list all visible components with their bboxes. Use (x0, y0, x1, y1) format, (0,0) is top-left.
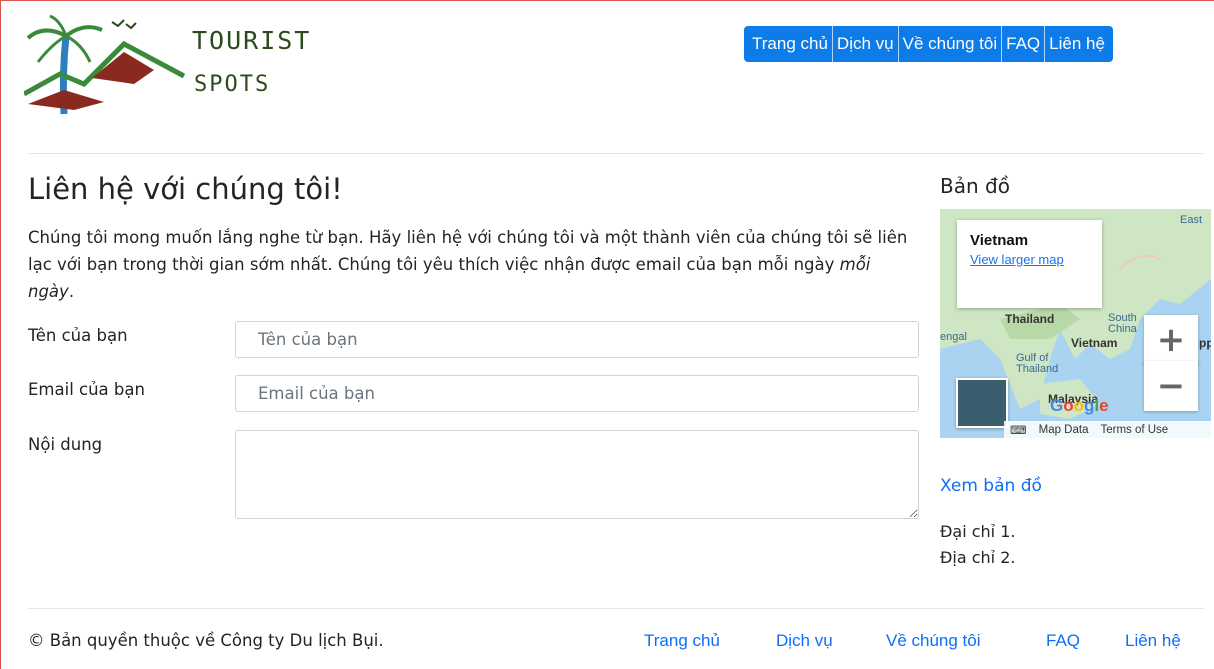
map-place-name: Vietnam (970, 232, 1029, 249)
address-line-1: Đại chỉ 1. (940, 522, 1016, 541)
map-label-bengal: engal (940, 331, 967, 343)
terms-of-use-link[interactable]: Terms of Use (1094, 424, 1174, 436)
nav-home[interactable]: Trang chủ (748, 26, 833, 62)
view-map-link[interactable]: Xem bản đồ (940, 476, 1042, 496)
intro-end: . (68, 282, 75, 301)
footer-link-services[interactable]: Dịch vụ (776, 631, 833, 651)
embedded-map[interactable]: Thailand Vietnam Gulf of Thailand South … (940, 209, 1211, 438)
email-input[interactable] (235, 375, 919, 412)
zoom-out-button[interactable]: − (1144, 361, 1198, 411)
nav-services[interactable]: Dịch vụ (833, 26, 899, 62)
map-data-link[interactable]: Map Data (1033, 424, 1095, 436)
header-divider (28, 153, 1204, 154)
view-larger-map-link[interactable]: View larger map (970, 252, 1089, 267)
nav-faq[interactable]: FAQ (1002, 26, 1046, 62)
map-label-vietnam: Vietnam (1071, 336, 1118, 350)
footer-link-home[interactable]: Trang chủ (644, 631, 720, 651)
name-input[interactable] (235, 321, 919, 358)
address-line-2: Địa chỉ 2. (940, 548, 1016, 567)
palm-mountain-logo-icon (22, 14, 186, 115)
footer-link-faq[interactable]: FAQ (1046, 631, 1080, 651)
page-title: Liên hệ với chúng tôi! (28, 172, 343, 206)
map-heading: Bản đồ (940, 174, 1010, 198)
map-label-east: East (1180, 214, 1203, 226)
keyboard-icon[interactable]: ⌨ (1004, 423, 1033, 437)
footer-link-about[interactable]: Về chúng tôi (886, 631, 981, 651)
nav-about[interactable]: Về chúng tôi (899, 26, 1003, 62)
email-label: Email của bạn (28, 380, 145, 399)
footer-link-contact[interactable]: Liên hệ (1125, 631, 1181, 651)
logo-subtitle: SPOTS (194, 72, 271, 97)
intro-text: Chúng tôi mong muốn lắng nghe từ bạn. Hã… (28, 224, 908, 305)
logo-title: TOURIST (192, 26, 312, 55)
name-label: Tên của bạn (28, 326, 128, 345)
map-attribution: ⌨ Map Data Terms of Use (1004, 421, 1211, 438)
satellite-toggle-thumbnail[interactable] (956, 378, 1008, 428)
intro-body: Chúng tôi mong muốn lắng nghe từ bạn. Hã… (28, 228, 908, 274)
content-label: Nội dung (28, 435, 103, 454)
copyright-text: © Bản quyền thuộc về Công ty Du lịch Bụi… (28, 631, 384, 650)
zoom-in-button[interactable]: + (1144, 315, 1198, 365)
footer-divider (28, 608, 1204, 609)
content-textarea[interactable] (235, 430, 919, 519)
map-label-philippines: pp (1199, 336, 1211, 350)
map-info-card: Vietnam View larger map (957, 220, 1102, 308)
map-label-gulf: Gulf of Thailand (1016, 352, 1059, 375)
top-navigation: Trang chủ Dịch vụ Về chúng tôi FAQ Liên … (744, 26, 1113, 62)
nav-contact[interactable]: Liên hệ (1045, 26, 1109, 62)
map-label-thailand: Thailand (1005, 312, 1055, 326)
google-logo: Google (1050, 396, 1109, 415)
